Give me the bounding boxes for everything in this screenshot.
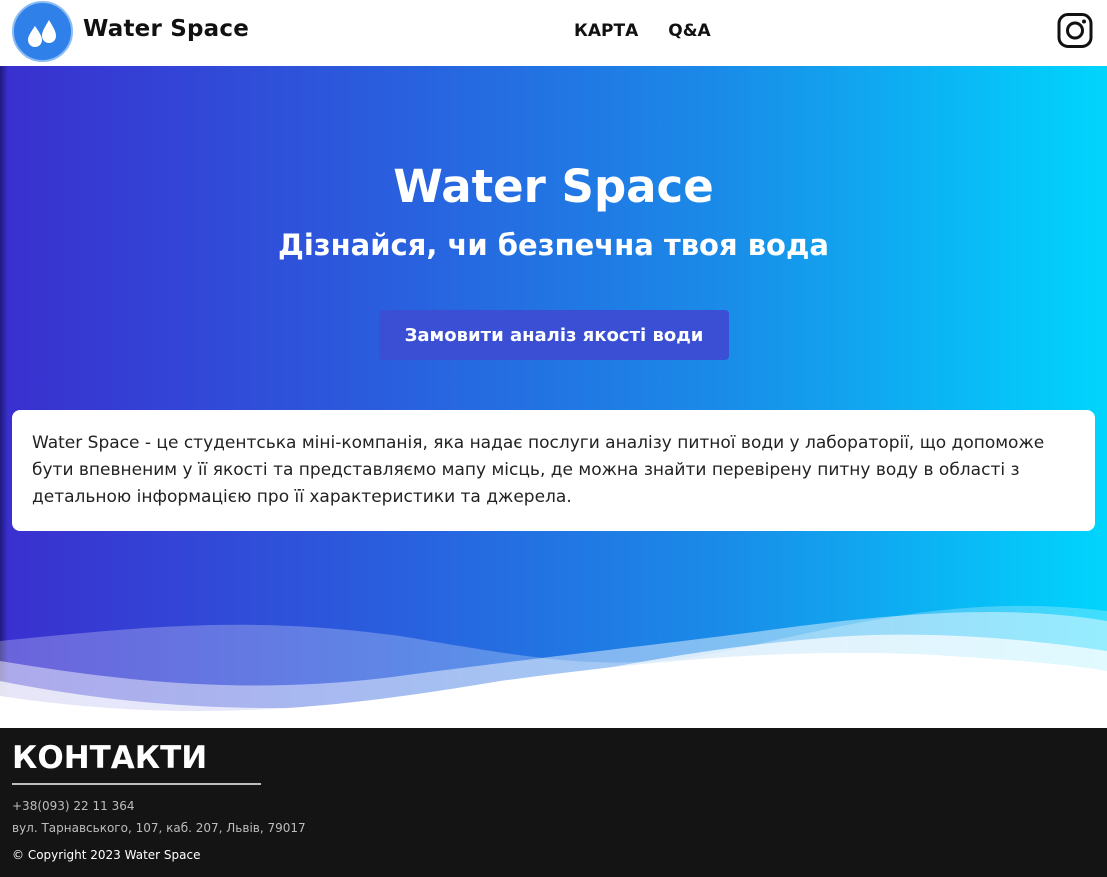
instagram-icon[interactable] <box>1057 12 1093 49</box>
site-header: Water Space КАРТА Q&A <box>0 0 1107 66</box>
site-footer: КОНТАКТИ +38(093) 22 11 364 вул. Тарнавс… <box>0 728 1107 877</box>
contacts-title: КОНТАКТИ <box>12 740 208 776</box>
order-analysis-button[interactable]: Замовити аналіз якості води <box>379 310 729 360</box>
water-drops-icon[interactable] <box>12 1 73 62</box>
hero-subtitle: Дізнайся, чи безпечна твоя вода <box>278 228 829 262</box>
brand-name[interactable]: Water Space <box>83 16 249 42</box>
wave-decoration <box>0 605 1107 728</box>
hero-section: Water Space Дізнайся, чи безпечна твоя в… <box>0 66 1107 728</box>
main-nav: КАРТА Q&A <box>574 21 711 41</box>
contact-phone[interactable]: +38(093) 22 11 364 <box>12 799 134 813</box>
nav-qa-link[interactable]: Q&A <box>668 21 710 41</box>
about-card: Water Space - це студентська міні-компан… <box>12 410 1095 531</box>
contacts-divider <box>12 783 261 785</box>
copyright-text: © Copyright 2023 Water Space <box>12 848 201 862</box>
hero-title: Water Space <box>393 160 714 213</box>
nav-map-link[interactable]: КАРТА <box>574 21 638 41</box>
contact-address: вул. Тарнавського, 107, каб. 207, Львів,… <box>12 821 306 835</box>
